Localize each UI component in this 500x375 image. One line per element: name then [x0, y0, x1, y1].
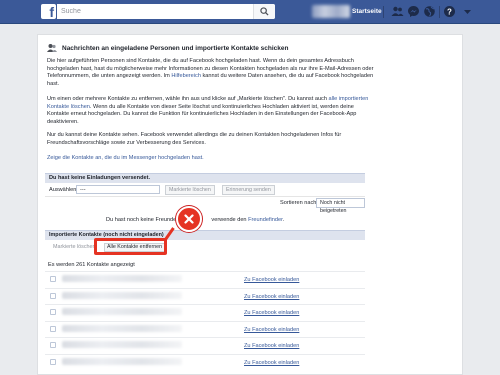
contact-row: Zu Facebook einladen [45, 271, 365, 288]
home-link[interactable]: Startseite [352, 8, 382, 15]
nav-divider [383, 6, 384, 18]
invite-to-facebook-link[interactable]: Zu Facebook einladen [244, 294, 299, 300]
sort-dropdown[interactable]: Noch nicht beigetreten [316, 198, 365, 214]
sort-row: Sortieren nach: Noch nicht beigetreten [45, 197, 365, 214]
invitations-header: Du hast keine Einladungen versendet. [45, 173, 365, 183]
contact-row: Zu Facebook einladen [45, 304, 365, 321]
contact-checkbox[interactable] [50, 342, 56, 348]
invite-to-facebook-link[interactable]: Zu Facebook einladen [244, 310, 299, 316]
contact-count: Es werden 261 Kontakte angezeigt [48, 262, 135, 268]
intro-paragraph: Die hier aufgeführten Personen sind Kont… [47, 58, 377, 89]
search-input[interactable] [57, 4, 247, 19]
contact-row: Zu Facebook einladen [45, 337, 365, 354]
friend-finder-link[interactable]: Freundefinder [248, 217, 283, 223]
help-center-link[interactable]: Hilfebereich [171, 73, 201, 79]
contact-name-blurred [62, 308, 182, 315]
contacts-card: Nachrichten an eingeladene Personen und … [37, 34, 463, 375]
send-reminder-button[interactable]: Erinnerung senden [222, 185, 275, 195]
profile-link[interactable] [312, 5, 350, 18]
messenger-contacts-link[interactable]: Zeige die Kontakte an, die du im Messeng… [47, 155, 377, 163]
contact-name-blurred [62, 291, 182, 299]
delete-marked-imported-button[interactable]: Markierte löschen [53, 244, 96, 250]
contact-list: Zu Facebook einladen Zu Facebook einlade… [45, 271, 365, 370]
sort-label: Sortieren nach: [280, 200, 318, 206]
invite-to-facebook-link[interactable]: Zu Facebook einladen [244, 360, 299, 366]
svg-text:?: ? [447, 7, 452, 16]
search-button[interactable] [253, 4, 275, 19]
highlight-box [94, 238, 167, 255]
remove-text-1: Um einen oder mehrere Kontakte zu entfer… [47, 96, 329, 102]
page-title-text: Nachrichten an eingeladene Personen und … [62, 44, 289, 52]
page-title: Nachrichten an eingeladene Personen und … [47, 43, 288, 53]
contact-row: Zu Facebook einladen [45, 287, 365, 305]
notice-text-1: Du hast noch keine Freunde [106, 217, 177, 223]
contact-name-blurred [62, 341, 182, 348]
contact-checkbox[interactable] [50, 358, 56, 365]
contact-checkbox[interactable] [50, 325, 56, 332]
invite-to-facebook-link[interactable]: Zu Facebook einladen [244, 327, 299, 333]
help-icon[interactable]: ? [443, 5, 456, 18]
friends-icon[interactable] [391, 5, 404, 18]
contacts-icon [47, 44, 57, 52]
contact-name-blurred [62, 275, 182, 282]
remove-text-2: . Wenn du alle Kontakte von dieser Seite… [47, 103, 357, 126]
contact-row: Zu Facebook einladen [45, 320, 365, 338]
close-icon [176, 206, 202, 232]
contact-name-blurred [62, 357, 182, 365]
invite-to-facebook-link[interactable]: Zu Facebook einladen [244, 343, 299, 349]
contact-checkbox[interactable] [50, 276, 56, 282]
globe-icon[interactable] [423, 5, 436, 18]
contact-checkbox[interactable] [50, 309, 56, 315]
search-icon [260, 7, 269, 16]
top-navigation-bar: f Startseite ? [0, 0, 500, 24]
search-box [57, 4, 275, 19]
notice-end: . [282, 217, 285, 223]
dropdown-arrow-icon[interactable] [461, 5, 474, 18]
select-label: Auswählen: [49, 187, 78, 193]
notice-text-2: verwende den [211, 217, 249, 223]
contact-name-blurred [62, 324, 182, 332]
imported-contacts-header: Importierte Kontakte (noch nicht eingela… [45, 230, 365, 240]
imported-toolbar: Markierte löschen Alle Kontakte entferne… [45, 241, 365, 255]
delete-marked-button[interactable]: Markierte löschen [165, 185, 215, 195]
select-dropdown[interactable]: --- [76, 185, 160, 194]
invitations-toolbar: Auswählen: --- Markierte löschen Erinner… [45, 184, 365, 197]
nav-divider [439, 6, 440, 18]
invite-to-facebook-link[interactable]: Zu Facebook einladen [244, 277, 299, 283]
remove-paragraph: Um einen oder mehrere Kontakte zu entfer… [47, 96, 377, 127]
messenger-icon[interactable] [407, 5, 420, 18]
privacy-paragraph: Nur du kannst deine Kontakte sehen. Face… [47, 132, 342, 146]
contact-row: Zu Facebook einladen [45, 353, 365, 371]
facebook-logo-icon[interactable]: f [41, 4, 56, 19]
contact-checkbox[interactable] [50, 292, 56, 299]
